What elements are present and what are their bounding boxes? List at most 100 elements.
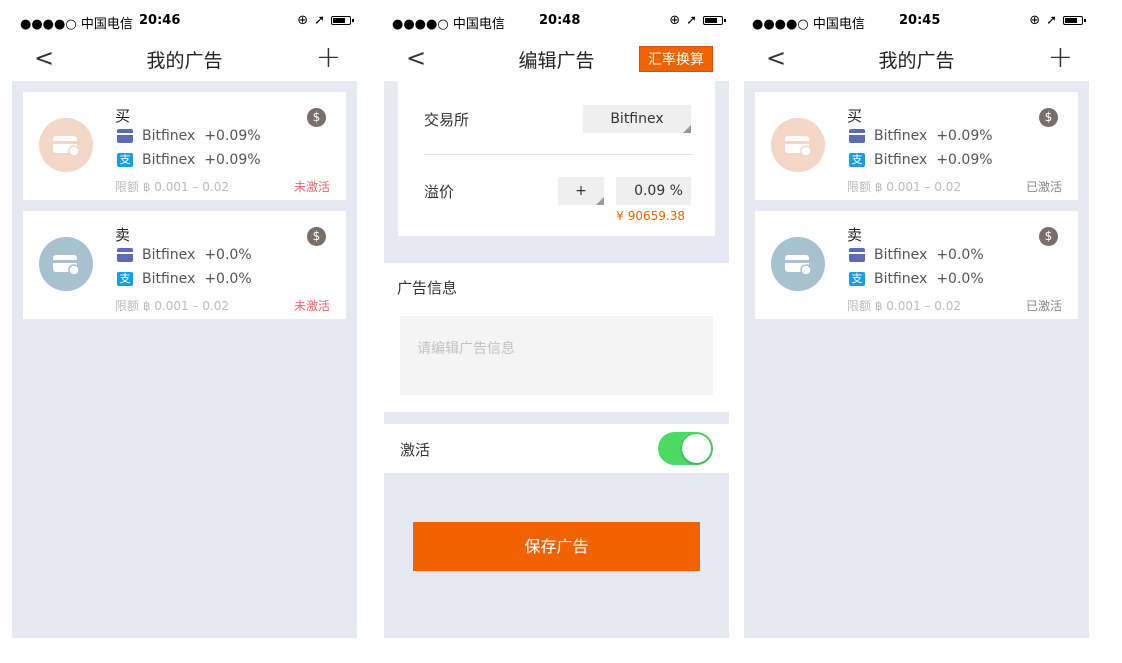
ad-type: 卖 [847, 226, 863, 244]
nav-bar: < 我的广告 + [744, 40, 1089, 81]
premium-rate: +0.0% [936, 271, 984, 287]
screen-my-ads-inactive: ●●●●○ 中国电信 20:46 ⊕ ➚ < 我的广告 + 买 $ Bitfin… [12, 0, 357, 638]
ad-avatar [771, 118, 825, 172]
premium-rate: +0.09% [936, 152, 993, 168]
status-icons: ⊕ ➚ [1029, 13, 1086, 28]
card-icon [53, 255, 80, 276]
clock: 20:48 [539, 13, 581, 28]
premium-sign-select[interactable]: + [558, 177, 604, 205]
limit-range: 限额 ฿ 0.001 – 0.02 [847, 299, 961, 313]
premium-input[interactable]: 0.09 % [616, 177, 691, 205]
ad-card[interactable]: 买 $ Bitfinex +0.09% 支 Bitfinex +0.09% 限额… [23, 92, 346, 200]
rotation-lock-icon: ⊕ [297, 13, 309, 28]
ad-card[interactable]: 卖 $ Bitfinex +0.0% 支 Bitfinex +0.0% 限额 ฿… [755, 211, 1078, 319]
ad-card[interactable]: 卖 $ Bitfinex +0.0% 支 Bitfinex +0.0% 限额 ฿… [23, 211, 346, 319]
limit-range: 限额 ฿ 0.001 – 0.02 [115, 180, 229, 194]
premium-price: ¥ 90659.38 [616, 209, 685, 223]
ad-info-textarea[interactable]: 请编辑广告信息 [400, 316, 713, 395]
exchange-name: Bitfinex [142, 247, 196, 263]
add-icon[interactable]: + [1048, 40, 1073, 75]
ad-type: 买 [847, 107, 863, 125]
limit-range: 限额 ฿ 0.001 – 0.02 [847, 180, 961, 194]
status-badge: 未激活 [293, 180, 330, 194]
activate-toggle[interactable] [658, 432, 713, 465]
status-badge: 未激活 [293, 299, 330, 313]
toggle-knob [682, 434, 711, 463]
coin-icon: $ [1039, 108, 1058, 127]
rotation-lock-icon: ⊕ [1029, 13, 1041, 28]
coin-icon: $ [307, 227, 326, 246]
screen-my-ads-active: ●●●●○ 中国电信 20:45 ⊕ ➚ < 我的广告 + 买 $ Bitfin… [744, 0, 1089, 638]
premium-rate: +0.0% [204, 271, 252, 287]
ad-avatar [771, 237, 825, 291]
location-icon: ➚ [1046, 13, 1057, 28]
location-icon: ➚ [314, 13, 325, 28]
battery-icon [1063, 16, 1086, 25]
bank-card-icon [117, 248, 133, 262]
rotation-lock-icon: ⊕ [669, 13, 681, 28]
carrier-label: ●●●●○ 中国电信 [752, 17, 865, 32]
activate-label: 激活 [400, 441, 431, 459]
payment-method-row: Bitfinex +0.09% [117, 128, 261, 144]
alipay-icon: 支 [117, 272, 133, 286]
alipay-icon: 支 [849, 272, 865, 286]
exchange-name: Bitfinex [142, 128, 196, 144]
payment-method-row: 支 Bitfinex +0.09% [117, 152, 261, 168]
payment-method-row: 支 Bitfinex +0.09% [849, 152, 993, 168]
status-bar: ●●●●○ 中国电信 20:46 ⊕ ➚ [12, 0, 357, 40]
bank-card-icon [849, 248, 865, 262]
payment-method-row: 支 Bitfinex +0.0% [849, 271, 984, 287]
save-button[interactable]: 保存广告 [413, 522, 700, 571]
clock: 20:46 [139, 13, 181, 28]
rate-conversion-button[interactable]: 汇率换算 [639, 46, 713, 72]
clock: 20:45 [899, 13, 941, 28]
status-badge: 已激活 [1025, 180, 1062, 194]
add-icon[interactable]: + [316, 40, 341, 75]
status-icons: ⊕ ➚ [669, 13, 726, 28]
nav-bar: < 我的广告 + [12, 40, 357, 81]
alipay-icon: 支 [849, 153, 865, 167]
premium-rate: +0.09% [936, 128, 993, 144]
payment-method-row: Bitfinex +0.09% [849, 128, 993, 144]
status-bar: ●●●●○ 中国电信 20:45 ⊕ ➚ [744, 0, 1089, 40]
screen-edit-ad: ●●●●○ 中国电信 20:48 ⊕ ➚ < 编辑广告 汇率换算 交易所 Bit… [384, 0, 729, 638]
premium-rate: +0.09% [204, 152, 261, 168]
exchange-name: Bitfinex [874, 152, 928, 168]
payment-method-row: 支 Bitfinex +0.0% [117, 271, 252, 287]
bank-card-icon [117, 129, 133, 143]
coin-icon: $ [1039, 227, 1058, 246]
status-icons: ⊕ ➚ [297, 13, 354, 28]
carrier-label: ●●●●○ 中国电信 [20, 17, 133, 32]
divider [424, 154, 692, 155]
ad-avatar [39, 237, 93, 291]
exchange-label: 交易所 [424, 111, 470, 129]
ad-type: 买 [115, 107, 131, 125]
exchange-select[interactable]: Bitfinex [583, 105, 691, 133]
premium-rate: +0.0% [936, 247, 984, 263]
payment-method-row: Bitfinex +0.0% [117, 247, 252, 263]
pricing-panel: 交易所 Bitfinex 溢价 + 0.09 % ¥ 90659.38 [397, 81, 716, 237]
ad-type: 卖 [115, 226, 131, 244]
card-icon [53, 136, 80, 157]
premium-label: 溢价 [424, 183, 455, 201]
carrier-label: ●●●●○ 中国电信 [392, 17, 505, 32]
card-icon [785, 255, 812, 276]
ad-card[interactable]: 买 $ Bitfinex +0.09% 支 Bitfinex +0.09% 限额… [755, 92, 1078, 200]
premium-rate: +0.09% [204, 128, 261, 144]
premium-rate: +0.0% [204, 247, 252, 263]
status-bar: ●●●●○ 中国电信 20:48 ⊕ ➚ [384, 0, 729, 40]
payment-method-row: Bitfinex +0.0% [849, 247, 984, 263]
page-title: 我的广告 [878, 50, 955, 72]
ad-avatar [39, 118, 93, 172]
page-title: 我的广告 [146, 50, 223, 72]
activate-row: 激活 [384, 424, 729, 473]
location-icon: ➚ [686, 13, 697, 28]
alipay-icon: 支 [117, 153, 133, 167]
exchange-name: Bitfinex [874, 128, 928, 144]
ad-info-section: 广告信息 请编辑广告信息 [384, 263, 729, 412]
card-icon [785, 136, 812, 157]
coin-icon: $ [307, 108, 326, 127]
exchange-name: Bitfinex [874, 247, 928, 263]
battery-icon [703, 16, 726, 25]
exchange-name: Bitfinex [874, 271, 928, 287]
